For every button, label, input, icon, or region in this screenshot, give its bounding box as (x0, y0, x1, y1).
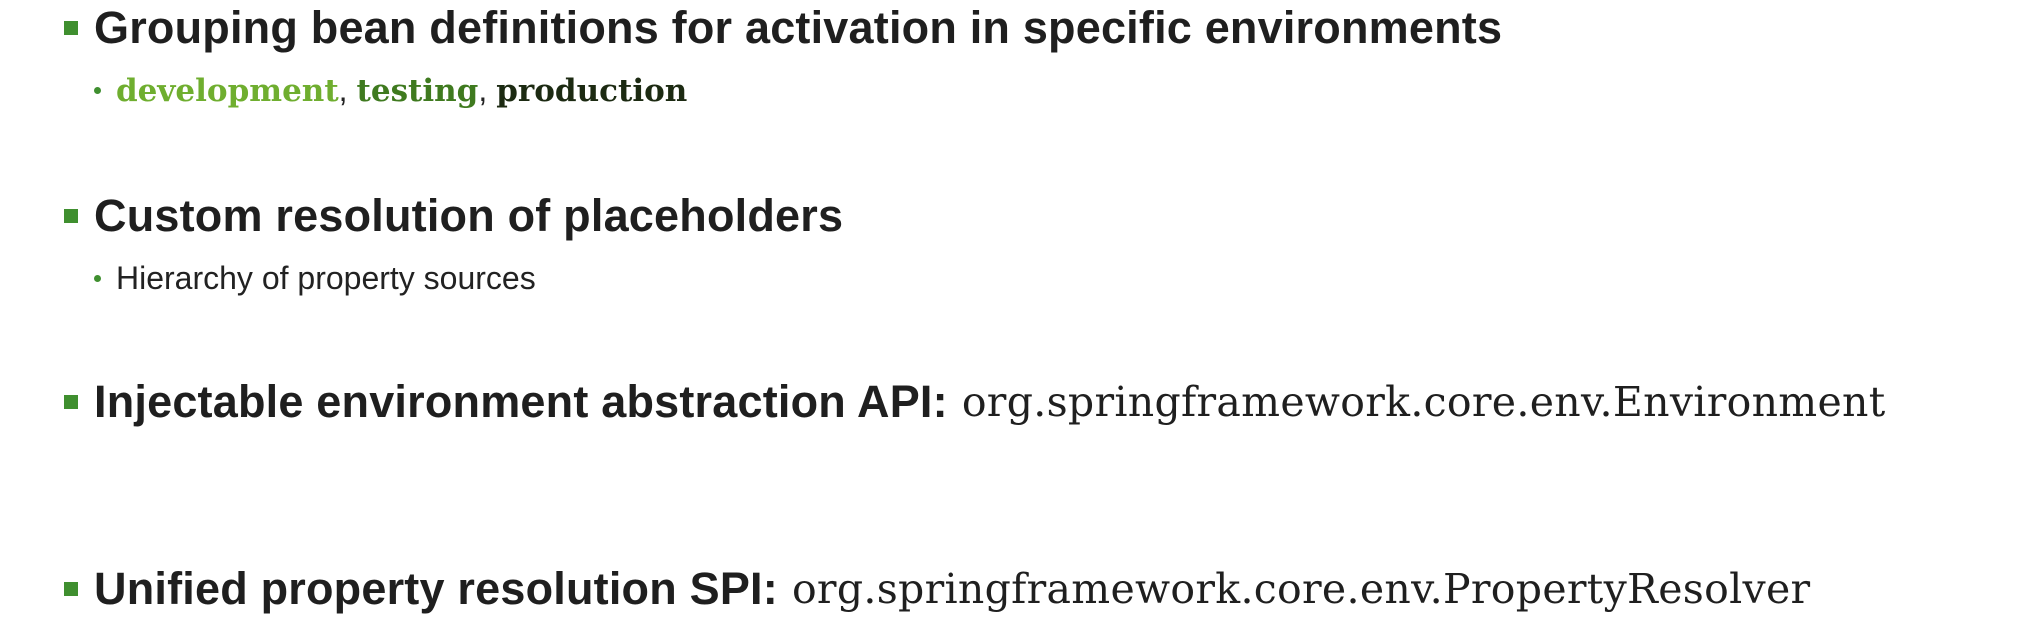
bullet-text: Custom resolution of placeholders (94, 190, 844, 241)
bullet-item-environment-api: Injectable environment abstraction API: … (64, 376, 1886, 428)
bullet-text: Injectable environment abstraction API: (94, 376, 948, 427)
code-class-name: org.springframework.core.env.PropertyRes… (791, 565, 1811, 613)
sub-bullet-environments: development , testing , production (94, 72, 687, 109)
bullet-item-property-resolver: Unified property resolution SPI: org.spr… (64, 563, 1810, 615)
code-class-name: org.springframework.core.env.Environment (961, 378, 1886, 426)
slide: Grouping bean definitions for activation… (0, 0, 2044, 632)
env-testing: testing (356, 72, 479, 109)
bullet-square-icon (64, 21, 78, 35)
bullet-square-icon (64, 209, 78, 223)
separator: , (478, 72, 488, 108)
bullet-item-grouping: Grouping bean definitions for activation… (64, 2, 1502, 54)
bullet-text: Unified property resolution SPI: (94, 563, 778, 614)
sub-bullet-property-sources: Hierarchy of property sources (94, 260, 536, 297)
bullet-dot-icon (94, 275, 101, 282)
sub-bullet-text: Hierarchy of property sources (116, 260, 536, 296)
env-production: production (496, 72, 688, 109)
bullet-square-icon (64, 395, 78, 409)
bullet-square-icon (64, 582, 78, 596)
env-development: development (116, 72, 339, 109)
bullet-text: Grouping bean definitions for activation… (94, 2, 1503, 53)
separator: , (338, 72, 348, 108)
bullet-dot-icon (94, 87, 101, 94)
bullet-item-placeholders: Custom resolution of placeholders (64, 190, 843, 242)
